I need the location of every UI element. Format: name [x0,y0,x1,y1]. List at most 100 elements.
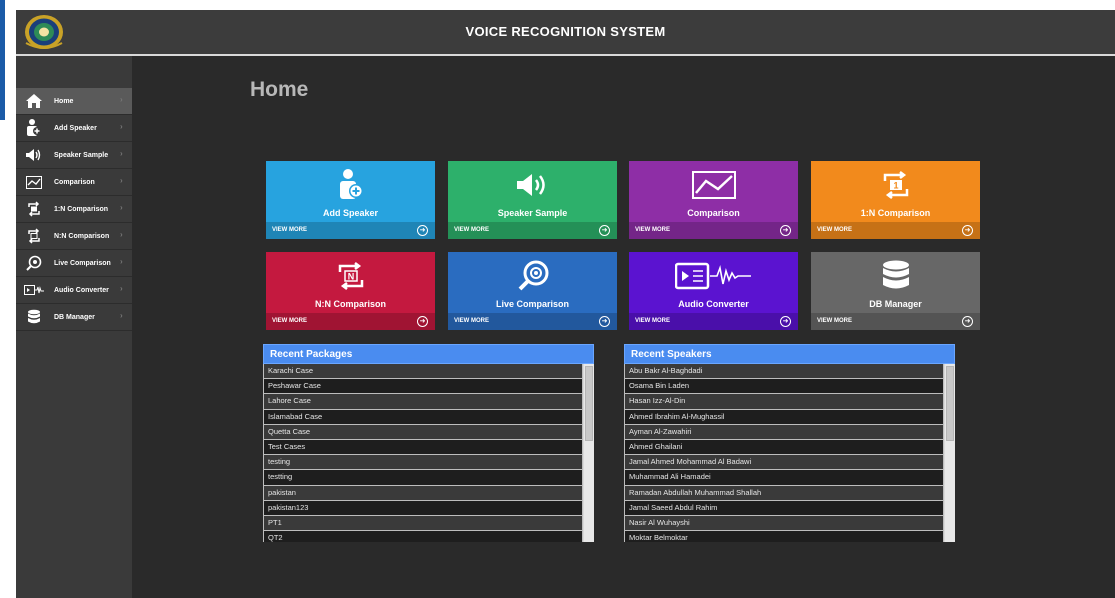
tile-label: Add Speaker [322,208,379,218]
list-item[interactable]: Ahmed Ibrahim Al-Mughassil [624,409,944,425]
tile-label: N:N Comparison [314,299,386,309]
chart-icon [629,169,798,201]
n-to-n-icon: N [266,260,435,292]
audio-converter-icon [24,281,44,299]
tile-comparison[interactable]: Comparison VIEW MORE ➜ [629,161,798,239]
list-item[interactable]: pakistan [263,485,583,501]
list-item[interactable]: Karachi Case [263,364,583,380]
sidebar-item-audio-converter[interactable]: Audio Converter › [16,277,132,304]
list-item[interactable]: Lahore Case [263,394,583,410]
scrollbar-thumb[interactable] [585,366,593,441]
live-search-icon [24,254,44,272]
tile-audio-converter[interactable]: Audio Converter VIEW MORE ➜ [629,252,798,330]
sidebar-item-label: N:N Comparison [54,232,110,240]
tile-nn-comparison[interactable]: N N:N Comparison VIEW MORE ➜ [266,252,435,330]
arrow-right-circle-icon[interactable]: ➜ [417,225,428,236]
list-item[interactable]: Ayman Al-Zawahiri [624,424,944,440]
sidebar-item-label: Speaker Sample [54,151,109,159]
view-more-link[interactable]: VIEW MORE [635,227,670,233]
tile-footer: VIEW MORE ➜ [266,313,435,330]
list-item[interactable]: Jamal Ahmed Mohammad Al Badawi [624,455,944,471]
arrow-right-circle-icon[interactable]: ➜ [962,225,973,236]
view-more-link[interactable]: VIEW MORE [272,227,307,233]
chevron-right-icon: › [120,122,123,131]
list-item[interactable]: Moktar Belmoktar [624,531,944,542]
tile-live-comparison[interactable]: Live Comparison VIEW MORE ➜ [448,252,617,330]
sidebar-item-1n-comparison[interactable]: 1:N Comparison › [16,196,132,223]
list-item[interactable]: Hasan Izz-Al-Din [624,394,944,410]
list-item[interactable]: Islamabad Case [263,409,583,425]
chevron-right-icon: › [120,203,123,212]
sidebar-item-label: DB Manager [54,313,95,321]
view-more-link[interactable]: VIEW MORE [454,318,489,324]
n-to-n-icon [24,227,44,245]
list-item[interactable]: Peshawar Case [263,379,583,395]
scrollbar[interactable] [945,364,955,542]
title-divider [16,54,1115,56]
sidebar-item-add-speaker[interactable]: Add Speaker › [16,115,132,142]
sidebar-item-db-manager[interactable]: DB Manager › [16,304,132,331]
one-to-n-icon [24,200,44,218]
list-item[interactable]: Abu Bakr Al-Baghdadi [624,364,944,380]
list-item[interactable]: Muhammad Ali Hamadei [624,470,944,486]
title-bar: VOICE RECOGNITION SYSTEM [16,10,1115,54]
sidebar-item-home[interactable]: Home › [16,88,132,115]
list-item[interactable]: Test Cases [263,439,583,456]
list-item[interactable]: Quetta Case [263,424,583,440]
tile-1n-comparison[interactable]: 1 1:N Comparison VIEW MORE ➜ [811,161,980,239]
chevron-right-icon: › [120,257,123,266]
tile-label: Audio Converter [678,299,749,309]
sidebar-item-nn-comparison[interactable]: N:N Comparison › [16,223,132,250]
sidebar-item-label: Audio Converter [54,286,109,294]
sidebar-item-comparison[interactable]: Comparison › [16,169,132,196]
view-more-link[interactable]: VIEW MORE [454,227,489,233]
tile-label: Speaker Sample [497,208,568,218]
sidebar-item-live-comparison[interactable]: Live Comparison › [16,250,132,277]
chevron-right-icon: › [120,95,123,104]
chevron-right-icon: › [120,284,123,293]
list-item[interactable]: Jamal Saeed Abdul Rahim [624,500,944,516]
arrow-right-circle-icon[interactable]: ➜ [962,316,973,327]
arrow-right-circle-icon[interactable]: ➜ [417,316,428,327]
chevron-right-icon: › [120,149,123,158]
arrow-right-circle-icon[interactable]: ➜ [599,316,610,327]
recent-packages-list[interactable]: Karachi Case Peshawar Case Lahore Case I… [263,364,594,542]
tile-label: Live Comparison [495,299,569,309]
list-item[interactable]: Nasir Al Wuhayshi [624,515,944,532]
list-item[interactable]: PT1 [263,515,583,532]
list-item[interactable]: testing [263,455,583,471]
view-more-link[interactable]: VIEW MORE [817,318,852,324]
speaker-icon [24,146,44,164]
add-user-icon [266,169,435,201]
view-more-link[interactable]: VIEW MORE [817,227,852,233]
scrollbar-thumb[interactable] [946,366,954,441]
tile-footer: VIEW MORE ➜ [448,313,617,330]
list-item[interactable]: pakistan123 [263,500,583,516]
speaker-icon [448,169,617,201]
chevron-right-icon: › [120,176,123,185]
list-item[interactable]: QT2 [263,531,583,542]
list-item[interactable]: Ahmed Ghailani [624,439,944,456]
sidebar-item-speaker-sample[interactable]: Speaker Sample › [16,142,132,169]
arrow-right-circle-icon[interactable]: ➜ [780,316,791,327]
recent-speakers-list[interactable]: Abu Bakr Al-Baghdadi Osama Bin Laden Has… [624,364,955,542]
dashboard-tiles: Add Speaker VIEW MORE ➜ Speaker Sample V… [266,161,980,331]
view-more-link[interactable]: VIEW MORE [635,318,670,324]
list-item[interactable]: testting [263,470,583,486]
tile-footer: VIEW MORE ➜ [811,313,980,330]
recent-speakers-panel: Recent Speakers Abu Bakr Al-Baghdadi Osa… [624,344,955,542]
arrow-right-circle-icon[interactable]: ➜ [599,225,610,236]
view-more-link[interactable]: VIEW MORE [272,318,307,324]
tile-label: 1:N Comparison [860,208,931,218]
scrollbar[interactable] [584,364,594,542]
sidebar-item-label: Comparison [54,178,95,186]
window-edge-accent [0,0,5,120]
list-item[interactable]: Osama Bin Laden [624,379,944,395]
add-user-icon [24,119,44,137]
arrow-right-circle-icon[interactable]: ➜ [780,225,791,236]
tile-db-manager[interactable]: DB Manager VIEW MORE ➜ [811,252,980,330]
tile-speaker-sample[interactable]: Speaker Sample VIEW MORE ➜ [448,161,617,239]
tile-add-speaker[interactable]: Add Speaker VIEW MORE ➜ [266,161,435,239]
chevron-right-icon: › [120,311,123,320]
list-item[interactable]: Ramadan Abdullah Muhammad Shallah [624,485,944,501]
